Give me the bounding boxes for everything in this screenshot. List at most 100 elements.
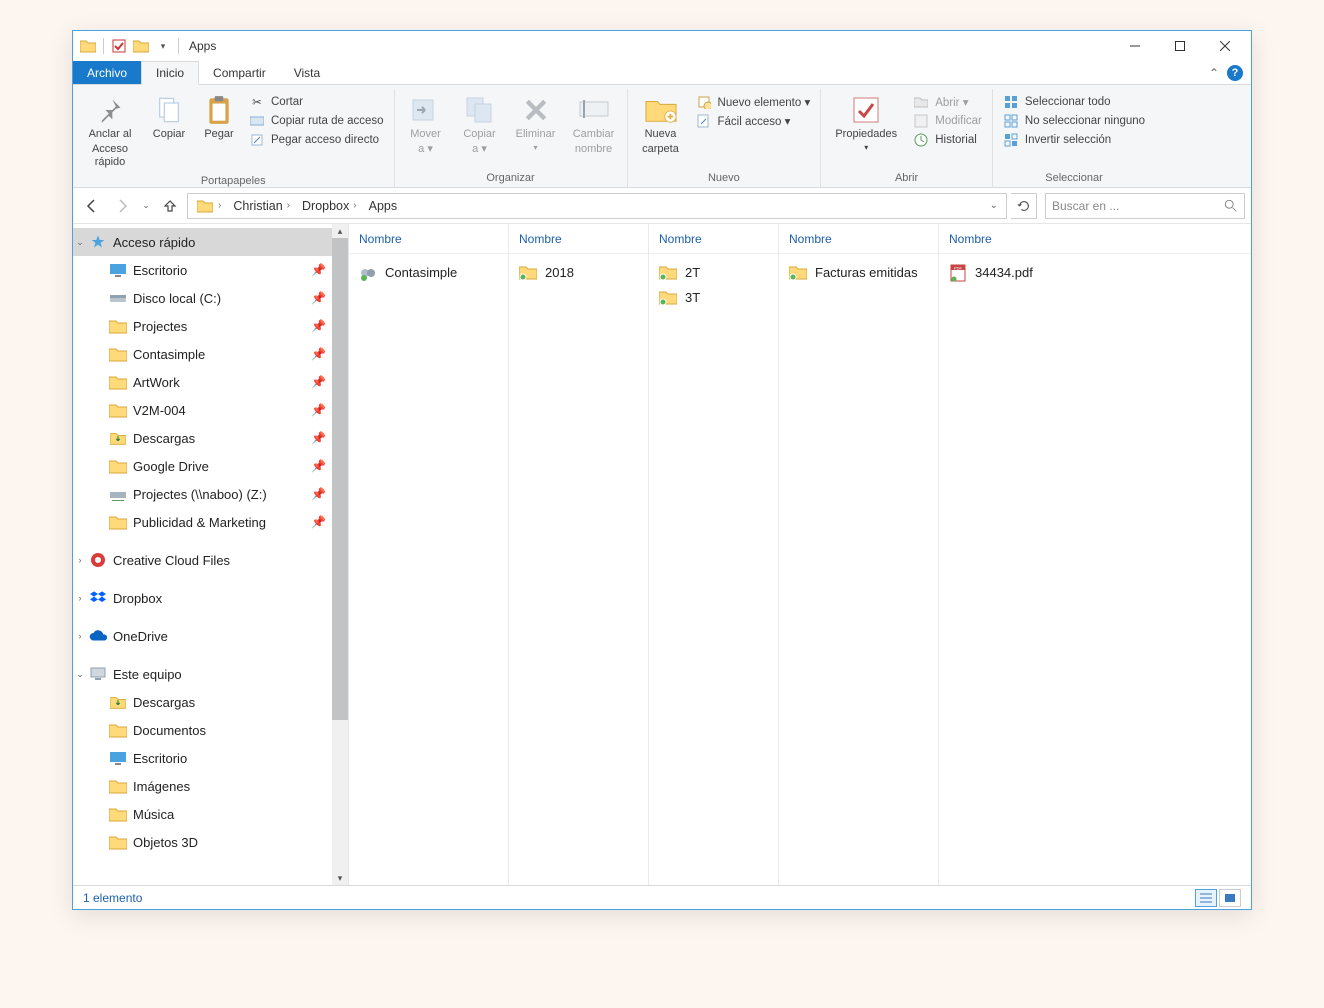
qat-dropdown-icon[interactable]: ▾ [155,38,171,54]
tree-item[interactable]: ›Dropbox [73,584,348,612]
tree-item[interactable]: ArtWork📌 [73,368,348,396]
tab-share[interactable]: Compartir [199,61,280,84]
list-item[interactable]: Contasimple [353,260,504,285]
open-button[interactable]: Abrir ▾ [909,93,986,111]
ribbon-collapse-icon[interactable]: ⌃ [1209,66,1219,80]
scroll-up-icon[interactable]: ▴ [332,224,348,238]
address-dropdown-icon[interactable]: ⌄ [984,200,1004,211]
qat-newfolder-icon[interactable] [133,38,149,54]
tab-view[interactable]: Vista [280,61,334,84]
view-large-button[interactable] [1219,889,1241,907]
column-header[interactable]: Nombre [349,224,508,254]
tree-item[interactable]: ⌄Este equipo [73,660,348,688]
new-item-button[interactable]: Nuevo elemento ▾ [692,93,815,111]
tree-item[interactable]: Música [73,800,348,828]
scrollbar-thumb[interactable] [332,238,348,720]
folder-icon [196,198,214,214]
list-item[interactable]: Facturas emitidas [783,260,934,285]
invert-selection-button[interactable]: Invertir selección [999,131,1149,149]
select-none-icon [1003,113,1019,129]
column-header[interactable]: Nombre [509,224,648,254]
breadcrumb-segment[interactable]: Dropbox› [296,194,363,218]
tree-item[interactable]: Disco local (C:)📌 [73,284,348,312]
navigation-pane[interactable]: ⌄Acceso rápidoEscritorio📌Disco local (C:… [73,224,349,885]
copy-to-button[interactable]: Copiara ▾ [455,91,505,159]
nav-up-button[interactable] [157,193,183,219]
content-columns: Nombre Contasimple Nombre 2018 Nombre 2T… [349,224,1251,885]
tree-item[interactable]: Escritorio [73,744,348,772]
search-input[interactable]: Buscar en ... [1045,193,1245,219]
separator [178,38,179,54]
select-all-button[interactable]: Seleccionar todo [999,93,1149,111]
ribbon-group-organize: Movera ▾ Copiara ▾ Eliminar▾ Cambiarnomb… [395,89,628,187]
qat-properties-icon[interactable] [111,38,127,54]
column-4: Nombre PDF34434.pdf [939,224,1251,885]
shortcut-icon [249,132,265,148]
tree-icon [109,290,127,306]
move-to-button[interactable]: Movera ▾ [401,91,451,159]
tree-item[interactable]: Objetos 3D [73,828,348,856]
cut-button[interactable]: ✂Cortar [245,93,388,111]
tree-icon [109,806,127,822]
refresh-button[interactable] [1011,193,1037,219]
history-button[interactable]: Historial [909,131,986,149]
minimize-button[interactable] [1112,32,1157,60]
pin-quickaccess-button[interactable]: Anclar al Acceso rápido [79,91,141,173]
nav-forward-button[interactable] [109,193,135,219]
tree-icon [89,234,107,250]
tree-item[interactable]: ›OneDrive [73,622,348,650]
list-item[interactable]: 3T [653,285,774,310]
breadcrumb-segment[interactable]: Christian› [227,194,296,218]
scrollbar[interactable]: ▴ ▾ [332,224,348,885]
edit-button[interactable]: Modificar [909,112,986,130]
path-icon [249,113,265,129]
new-folder-button[interactable]: Nuevacarpeta [634,91,688,159]
list-item[interactable]: PDF34434.pdf [943,260,1247,285]
properties-button[interactable]: Propiedades▾ [827,91,905,156]
copy-button[interactable]: Copiar [145,91,193,144]
group-label-clipboard: Portapapeles [79,173,388,190]
tab-home[interactable]: Inicio [141,61,199,85]
scroll-down-icon[interactable]: ▾ [332,871,348,885]
paste-button[interactable]: Pegar [197,91,241,144]
group-label-new: Nuevo [634,170,815,187]
close-button[interactable] [1202,32,1247,60]
nav-recent-dropdown[interactable]: ⌄ [139,193,153,219]
tree-item[interactable]: Descargas [73,688,348,716]
tree-item[interactable]: V2M-004📌 [73,396,348,424]
column-header[interactable]: Nombre [649,224,778,254]
paste-shortcut-button[interactable]: Pegar acceso directo [245,131,388,149]
tree-item[interactable]: Documentos [73,716,348,744]
column-header[interactable]: Nombre [939,224,1251,254]
tree-item[interactable]: Contasimple📌 [73,340,348,368]
select-none-button[interactable]: No seleccionar ninguno [999,112,1149,130]
tree-item[interactable]: Publicidad & Marketing📌 [73,508,348,536]
maximize-button[interactable] [1157,32,1202,60]
tab-file[interactable]: Archivo [73,61,141,84]
list-item[interactable]: 2T [653,260,774,285]
address-bar[interactable]: › Christian› Dropbox› Apps ⌄ [187,193,1007,219]
delete-button[interactable]: Eliminar▾ [509,91,563,156]
nav-back-button[interactable] [79,193,105,219]
tree-item[interactable]: Projectes (\\naboo) (Z:)📌 [73,480,348,508]
help-icon[interactable]: ? [1227,65,1243,81]
tree-item[interactable]: Escritorio📌 [73,256,348,284]
tree-item[interactable]: Projectes📌 [73,312,348,340]
group-label-open: Abrir [827,170,986,187]
pin-icon: 📌 [311,403,326,417]
pin-icon: 📌 [311,291,326,305]
tree-item[interactable]: Descargas📌 [73,424,348,452]
tree-icon [89,552,107,568]
easy-access-button[interactable]: Fácil acceso ▾ [692,112,815,130]
breadcrumb-segment[interactable]: Apps [363,194,404,218]
tree-item[interactable]: ›Creative Cloud Files [73,546,348,574]
tree-item[interactable]: Imágenes [73,772,348,800]
list-item[interactable]: 2018 [513,260,644,285]
rename-button[interactable]: Cambiarnombre [567,91,621,159]
copy-path-button[interactable]: Copiar ruta de acceso [245,112,388,130]
view-details-button[interactable] [1195,889,1217,907]
ribbon-group-new: Nuevacarpeta Nuevo elemento ▾ Fácil acce… [628,89,822,187]
column-header[interactable]: Nombre [779,224,938,254]
tree-item[interactable]: ⌄Acceso rápido [73,228,348,256]
tree-item[interactable]: Google Drive📌 [73,452,348,480]
